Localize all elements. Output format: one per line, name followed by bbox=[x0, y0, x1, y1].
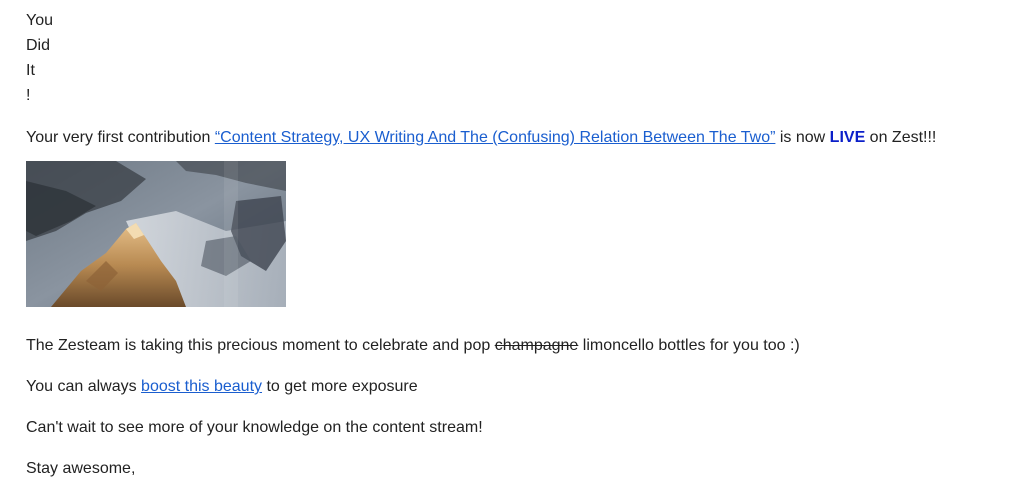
heading-word-did: Did bbox=[26, 37, 51, 54]
celebrate-suffix: limoncello bottles for you too :) bbox=[578, 337, 800, 354]
celebrate-paragraph: The Zesteam is taking this precious mome… bbox=[26, 336, 1016, 356]
struck-word: champagne bbox=[494, 337, 579, 354]
live-label: LIVE bbox=[829, 129, 866, 146]
heading-word-you: You bbox=[26, 12, 53, 29]
article-link[interactable]: “Content Strategy, UX Writing And The (C… bbox=[215, 129, 776, 146]
email-body: You Did It ! Your very first contributio… bbox=[26, 8, 1016, 479]
intro-middle: is now bbox=[775, 129, 830, 146]
celebrate-prefix: The Zesteam is taking this precious mome… bbox=[26, 337, 495, 354]
mountain-summit-image bbox=[26, 161, 286, 307]
boost-link[interactable]: boost this beauty bbox=[141, 378, 262, 395]
intro-prefix: Your very first contribution bbox=[26, 129, 215, 146]
intro-suffix: on Zest!!! bbox=[865, 129, 937, 146]
celebration-heading: You Did It ! bbox=[26, 8, 1016, 108]
boost-suffix: to get more exposure bbox=[262, 378, 418, 395]
signoff-text: Stay awesome, bbox=[26, 460, 136, 477]
heading-word-it: It bbox=[26, 62, 35, 79]
intro-paragraph: Your very first contribution “Content St… bbox=[26, 128, 1016, 148]
cant-wait-paragraph: Can't wait to see more of your knowledge… bbox=[26, 419, 483, 436]
boost-paragraph: You can always boost this beauty to get … bbox=[26, 377, 1016, 397]
heading-exclamation: ! bbox=[26, 87, 31, 104]
boost-prefix: You can always bbox=[26, 378, 142, 395]
